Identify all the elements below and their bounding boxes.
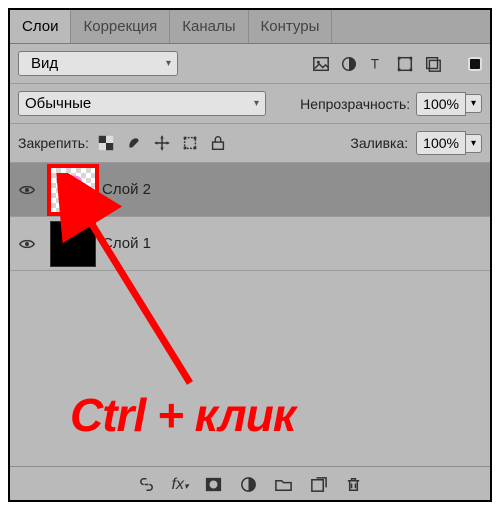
fx-icon[interactable]: fx▾	[172, 476, 189, 494]
filter-label: Вид	[31, 55, 58, 72]
lock-artboard-icon[interactable]	[181, 134, 199, 152]
blend-mode-value: Обычные	[25, 95, 91, 112]
layer-thumbnail[interactable]	[50, 167, 96, 213]
lock-label: Закрепить:	[18, 135, 89, 151]
layer-filter-dropdown[interactable]: Вид ▾	[18, 51, 178, 76]
group-icon[interactable]	[274, 475, 293, 494]
fill-label: Заливка:	[350, 135, 408, 151]
visibility-toggle[interactable]	[10, 181, 44, 199]
mask-icon[interactable]	[204, 475, 223, 494]
new-layer-icon[interactable]	[309, 475, 328, 494]
filter-row: Вид ▾ T	[10, 44, 490, 84]
layer-thumbnail[interactable]	[50, 221, 96, 267]
layer-row[interactable]: Слой 1	[10, 217, 490, 271]
lock-icons	[97, 134, 227, 152]
link-layers-icon[interactable]	[137, 475, 156, 494]
chevron-down-icon[interactable]: ▾	[466, 134, 482, 153]
chevron-down-icon: ▾	[254, 98, 259, 109]
blend-mode-dropdown[interactable]: Обычные ▾	[18, 91, 266, 116]
annotation-text: Ctrl + клик	[70, 388, 295, 442]
opacity-label: Непрозрачность:	[300, 96, 410, 112]
chevron-down-icon: ▾	[166, 58, 171, 69]
shape-filter-icon[interactable]	[396, 55, 414, 73]
filter-toggle-switch[interactable]	[468, 57, 482, 71]
flower-thumbnail-content	[55, 170, 91, 206]
adjustment-filter-icon[interactable]	[340, 55, 358, 73]
layer-list: Слой 2 Слой 1 Ctrl + клик	[10, 163, 490, 466]
lock-pixels-icon[interactable]	[125, 134, 143, 152]
filter-type-icons: T	[312, 55, 482, 73]
visibility-toggle[interactable]	[10, 235, 44, 253]
layer-name[interactable]: Слой 1	[102, 235, 151, 252]
fill-value: 100%	[416, 131, 466, 155]
opacity-field[interactable]: 100% ▾	[416, 92, 482, 116]
opacity-value: 100%	[416, 92, 466, 116]
tab-paths[interactable]: Контуры	[249, 10, 333, 43]
panel-tabs: Слои Коррекция Каналы Контуры	[10, 10, 490, 44]
image-filter-icon[interactable]	[312, 55, 330, 73]
fill-field[interactable]: 100% ▾	[416, 131, 482, 155]
layers-panel: Слои Коррекция Каналы Контуры Вид ▾ T Об…	[8, 8, 492, 502]
tab-correction[interactable]: Коррекция	[71, 10, 170, 43]
layer-row[interactable]: Слой 2	[10, 163, 490, 217]
lock-all-icon[interactable]	[209, 134, 227, 152]
tab-layers[interactable]: Слои	[10, 10, 71, 43]
trash-icon[interactable]	[344, 475, 363, 494]
tab-channels[interactable]: Каналы	[170, 10, 248, 43]
adjustment-layer-icon[interactable]	[239, 475, 258, 494]
lock-position-icon[interactable]	[153, 134, 171, 152]
svg-text:T: T	[371, 56, 379, 71]
type-filter-icon[interactable]: T	[368, 55, 386, 73]
layer-actions-bar: fx▾	[10, 466, 490, 500]
lock-row: Закрепить: Заливка: 100% ▾	[10, 124, 490, 163]
layer-name[interactable]: Слой 2	[102, 181, 151, 198]
eye-icon	[18, 181, 36, 199]
lock-transparency-icon[interactable]	[97, 134, 115, 152]
smartobject-filter-icon[interactable]	[424, 55, 442, 73]
chevron-down-icon[interactable]: ▾	[466, 94, 482, 113]
eye-icon	[18, 235, 36, 253]
blend-row: Обычные ▾ Непрозрачность: 100% ▾	[10, 84, 490, 124]
